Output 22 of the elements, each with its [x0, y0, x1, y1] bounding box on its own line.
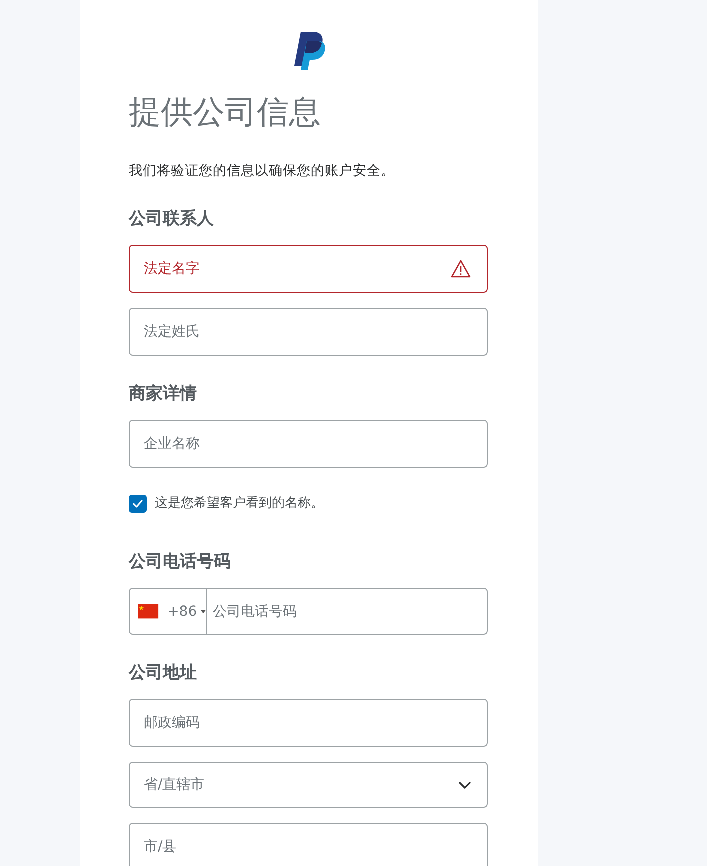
- checkbox[interactable]: [129, 495, 147, 513]
- section-heading: 商家详情: [129, 383, 198, 406]
- page-title: 提供公司信息: [129, 92, 322, 132]
- flag-icon: [138, 604, 159, 619]
- select-field[interactable]: 省/直辖市: [129, 762, 488, 808]
- input-field[interactable]: 法定名字: [129, 245, 488, 293]
- checkbox-label: 这是您希望客户看到的名称。: [155, 495, 324, 513]
- input-field[interactable]: 市/县: [129, 823, 488, 866]
- input-field[interactable]: 法定姓氏: [129, 308, 488, 356]
- section-heading: 公司地址: [129, 662, 198, 685]
- phone-input-field[interactable]: 公司电话号码: [207, 588, 488, 635]
- logo-icon: [292, 32, 326, 70]
- checkmark-icon: [133, 500, 143, 508]
- input-field[interactable]: 企业名称: [129, 420, 488, 468]
- chevron-down-icon: [459, 782, 471, 788]
- input-field[interactable]: 邮政编码: [129, 699, 488, 747]
- section-heading: 公司电话号码: [129, 551, 232, 574]
- warning-icon: [451, 260, 471, 278]
- country-code-button[interactable]: +86: [129, 588, 207, 635]
- page-subtitle: 我们将验证您的信息以确保您的账户安全。: [129, 162, 396, 181]
- caret-icon: [201, 610, 206, 614]
- section-heading: 公司联系人: [129, 208, 215, 231]
